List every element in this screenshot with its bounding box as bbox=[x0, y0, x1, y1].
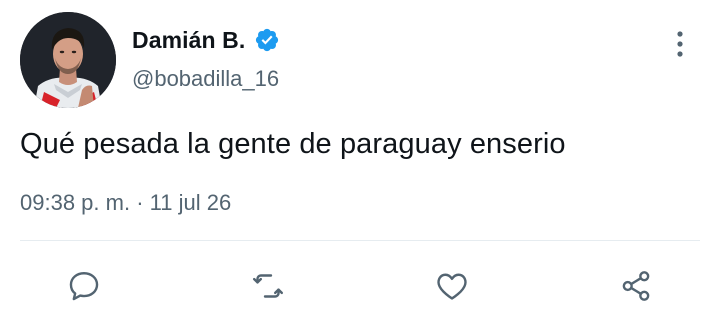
avatar-photo bbox=[20, 12, 116, 108]
tweet-text: Qué pesada la gente de paraguay enserio bbox=[20, 128, 566, 160]
reply-icon bbox=[69, 272, 99, 301]
retweet-icon bbox=[253, 274, 283, 298]
tweet-timestamp[interactable]: 09:38 p. m. · 11 jul 26 bbox=[20, 190, 231, 216]
share-button[interactable] bbox=[614, 264, 658, 308]
reply-button[interactable] bbox=[62, 264, 106, 308]
meta-separator: · bbox=[136, 190, 144, 215]
divider bbox=[20, 240, 700, 241]
verified-badge-icon bbox=[254, 27, 280, 53]
retweet-button[interactable] bbox=[246, 264, 290, 308]
author-display-name[interactable]: Damián B. bbox=[132, 27, 245, 54]
tweet-card: Damián B. @bobadilla_16 Qué pesada la ge… bbox=[0, 0, 720, 329]
author-handle[interactable]: @bobadilla_16 bbox=[132, 66, 279, 92]
share-icon bbox=[622, 271, 650, 301]
heart-icon bbox=[437, 273, 467, 300]
author-avatar[interactable] bbox=[20, 12, 116, 108]
like-button[interactable] bbox=[430, 264, 474, 308]
more-vertical-icon bbox=[677, 31, 683, 57]
tweet-time: 09:38 p. m. bbox=[20, 190, 131, 215]
more-options-button[interactable] bbox=[664, 24, 696, 64]
author-name-row: Damián B. bbox=[132, 24, 280, 56]
tweet-date: 11 jul 26 bbox=[149, 190, 232, 215]
